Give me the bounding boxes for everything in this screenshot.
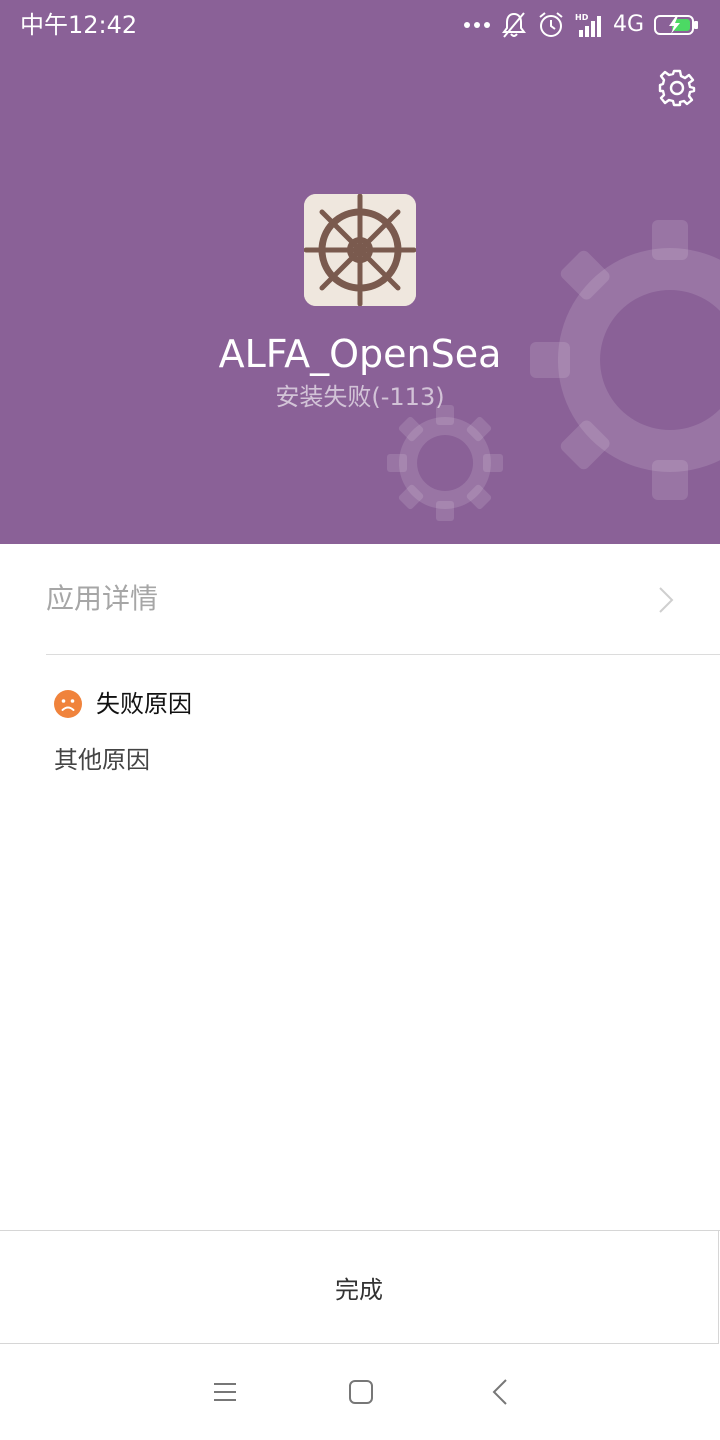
back-icon xyxy=(492,1379,507,1405)
home-button[interactable] xyxy=(333,1364,389,1420)
sad-face-icon xyxy=(54,690,82,718)
app-details-row[interactable]: 应用详情 xyxy=(0,545,720,655)
failure-reason-text: 其他原因 xyxy=(54,746,150,774)
status-time: 中午12:42 xyxy=(20,11,138,39)
failure-reason-title: 失败原因 xyxy=(96,690,192,718)
small-gear-icon xyxy=(387,405,503,521)
app-details-label: 应用详情 xyxy=(46,582,159,615)
app-icon xyxy=(304,194,416,306)
back-button[interactable] xyxy=(472,1364,528,1420)
more-dots-icon xyxy=(463,22,490,28)
chevron-right-icon xyxy=(659,587,674,613)
menu-icon xyxy=(214,1383,236,1401)
menu-button[interactable] xyxy=(197,1364,253,1420)
battery-charging-icon xyxy=(654,15,698,35)
svg-text:HD: HD xyxy=(575,13,589,22)
ship-wheel-icon xyxy=(304,194,416,306)
navigation-bar xyxy=(0,1344,720,1440)
status-bar: 中午12:42 HD 4G xyxy=(0,0,720,50)
gear-icon xyxy=(658,69,696,107)
hd-signal-icon: HD xyxy=(575,13,601,37)
app-name: ALFA_OpenSea xyxy=(218,332,502,376)
network-label: 4G xyxy=(612,12,644,37)
failure-reason-header: 失败原因 xyxy=(54,686,192,722)
home-icon xyxy=(349,1380,373,1404)
alarm-icon xyxy=(539,12,563,37)
done-button[interactable]: 完成 xyxy=(0,1231,719,1344)
divider xyxy=(46,654,720,655)
install-status: 安装失败(-113) xyxy=(275,383,445,411)
notifications-muted-icon xyxy=(501,12,526,38)
status-icons: HD 4G xyxy=(463,8,700,42)
settings-button[interactable] xyxy=(654,65,700,111)
header: 中午12:42 HD 4G ALFA_OpenSea 安装失败(-113) xyxy=(0,0,720,544)
